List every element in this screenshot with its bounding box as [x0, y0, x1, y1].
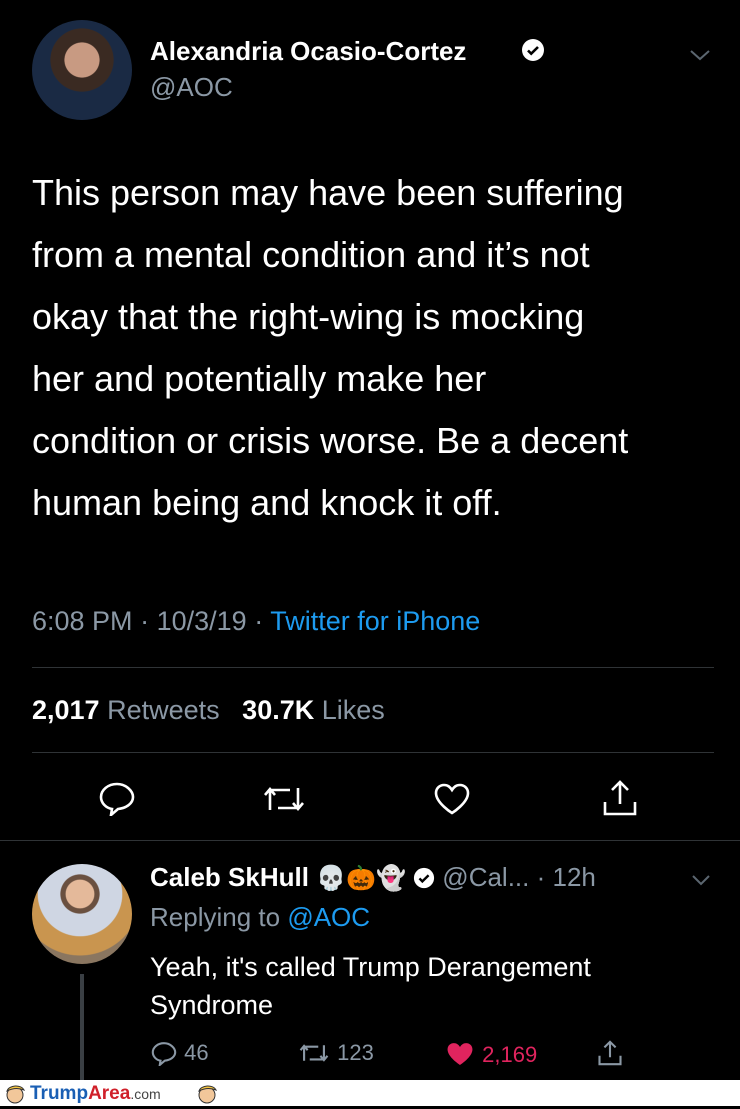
like-heart-icon[interactable]: [432, 781, 472, 817]
share-icon[interactable]: [600, 778, 640, 818]
reply-line: Yeah, it's called Trump Derangement: [150, 952, 591, 982]
retweets-stat[interactable]: 2,017 Retweets: [32, 695, 220, 725]
tweet-stats: 2,017 Retweets 30.7K Likes: [32, 695, 385, 726]
divider: [32, 752, 714, 753]
retweet-icon: [299, 1044, 329, 1062]
retweet-count: 123: [337, 1040, 374, 1065]
retweet-icon[interactable]: [260, 783, 308, 815]
reply-author-avatar[interactable]: [32, 864, 132, 964]
author-name[interactable]: Alexandria Ocasio-Cortez: [150, 36, 466, 67]
name-emojis: 💀🎃👻: [316, 865, 406, 892]
reply-retweet-button[interactable]: 123: [297, 1040, 374, 1066]
reply-header: Caleb SkHull 💀🎃👻 @Cal... · 12h: [150, 862, 596, 893]
reply-share-button[interactable]: [596, 1038, 624, 1074]
like-count: 2,169: [482, 1042, 538, 1067]
reply-icon: [151, 1042, 177, 1068]
tweet-line: from a mental condition and it’s not: [32, 234, 590, 275]
reply-age: · 12h: [536, 862, 596, 892]
thread-line: [80, 974, 84, 1080]
reply-like-button[interactable]: 2,169: [444, 1040, 537, 1068]
reply-icon[interactable]: [97, 780, 137, 819]
replying-to: Replying to @AOC: [150, 902, 370, 933]
reply-reply-button[interactable]: 46: [150, 1040, 209, 1068]
likes-stat[interactable]: 30.7K Likes: [242, 695, 385, 725]
watermark-brand: TrumpArea.com: [30, 1083, 161, 1105]
brand-area: Area: [88, 1083, 131, 1104]
meta-separator: ·: [140, 606, 150, 636]
tweet-line: human being and knock it off.: [32, 482, 502, 523]
tweet-source-link[interactable]: Twitter for iPhone: [270, 606, 480, 636]
divider: [32, 667, 714, 668]
tweet-line: condition or crisis worse. Be a decent: [32, 420, 629, 461]
author-avatar[interactable]: [32, 20, 132, 120]
reply-actions: 46 123 2,169: [150, 1038, 630, 1072]
chevron-down-icon[interactable]: [690, 872, 712, 888]
brand-trump: Trump: [30, 1083, 89, 1104]
verified-badge-icon: [521, 38, 545, 62]
replying-to-label: Replying to: [150, 902, 281, 932]
divider: [0, 840, 740, 841]
watermark-bar: TrumpArea.com: [0, 1080, 740, 1106]
likes-label: Likes: [321, 695, 385, 725]
meta-separator: ·: [254, 606, 264, 636]
reply-body: Yeah, it's called Trump Derangement Synd…: [150, 948, 720, 1024]
tweet-line: her and potentially make her: [32, 358, 487, 399]
replying-to-handle[interactable]: @AOC: [287, 902, 370, 932]
brand-com: .com: [130, 1086, 161, 1102]
verified-badge-icon: [413, 865, 435, 889]
reply-line: Syndrome: [150, 990, 274, 1020]
tweet-time: 6:08 PM: [32, 606, 133, 636]
trump-cartoon-icon: [196, 1082, 218, 1104]
tweet-meta: 6:08 PM · 10/3/19 · Twitter for iPhone: [32, 606, 480, 637]
tweet-date: 10/3/19: [156, 606, 247, 636]
like-heart-filled-icon: [447, 1043, 473, 1065]
share-icon: [598, 1040, 622, 1066]
tweet-line: okay that the right-wing is mocking: [32, 296, 585, 337]
retweets-label: Retweets: [107, 695, 220, 725]
author-handle[interactable]: @AOC: [150, 72, 233, 103]
tweet-body: This person may have been suffering from…: [32, 162, 732, 534]
trump-cartoon-icon: [4, 1082, 26, 1104]
retweets-count: 2,017: [32, 695, 100, 725]
reply-count: 46: [184, 1040, 209, 1065]
tweet-line: This person may have been suffering: [32, 172, 624, 213]
reply-author-name[interactable]: Caleb SkHull: [150, 862, 309, 892]
reply-author-handle[interactable]: @Cal...: [442, 862, 529, 892]
chevron-down-icon[interactable]: [688, 46, 712, 64]
likes-count: 30.7K: [242, 695, 315, 725]
